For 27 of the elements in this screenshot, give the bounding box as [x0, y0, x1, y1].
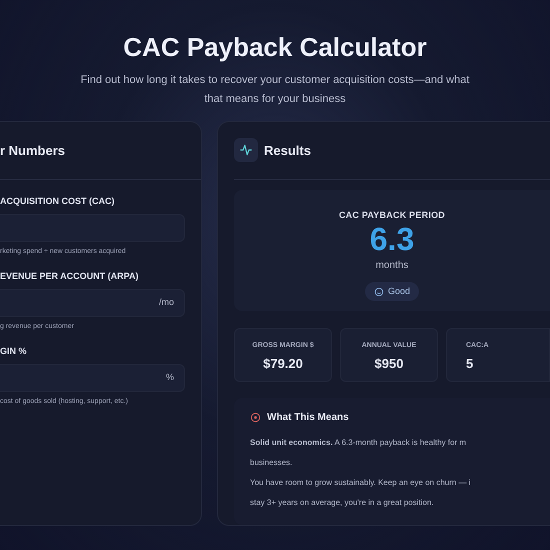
payback-label: CAC PAYBACK PERIOD	[338, 208, 446, 222]
metric-value: 5	[466, 355, 474, 374]
paragraph-line: Solid unit economics. A 6.3-month payback is healthy for m	[250, 436, 468, 449]
subtitle-line: that means for your business	[204, 92, 346, 107]
panel-title: Results	[264, 142, 311, 160]
smiley-icon	[374, 286, 384, 297]
input-field[interactable]: %	[0, 364, 185, 392]
input-suffix: /mo	[158, 296, 174, 310]
metric-value: $950	[374, 355, 404, 374]
metric-value: $79.20	[263, 355, 303, 374]
paragraph-line: businesses.	[250, 456, 294, 469]
payback-unit: months	[376, 259, 408, 274]
field-label: GIN %	[0, 346, 28, 357]
page-title: CAC Payback Calculator	[123, 31, 427, 63]
paragraph-line: You have room to grow sustainably. Keep an eye on churn — i	[250, 476, 472, 489]
paragraph-line: stay 3+ years on average, you're in a great position.	[250, 496, 435, 509]
panel-title: r Numbers	[0, 142, 66, 160]
rating-badge: Good	[364, 282, 420, 302]
subtitle-line: Find out how long it takes to recover your customer acquisition costs—and what	[80, 73, 470, 88]
field-label: ACQUISITION COST (CAC)	[0, 196, 116, 207]
target-icon	[250, 412, 261, 423]
section-title: What This Means	[267, 410, 349, 425]
field-label: EVENUE PER ACCOUNT (ARPA)	[0, 271, 140, 282]
payback-value: 6.3	[370, 222, 414, 256]
input-suffix: %	[166, 371, 174, 384]
pulse-icon	[234, 138, 258, 162]
input-field[interactable]: /mo	[0, 289, 185, 317]
